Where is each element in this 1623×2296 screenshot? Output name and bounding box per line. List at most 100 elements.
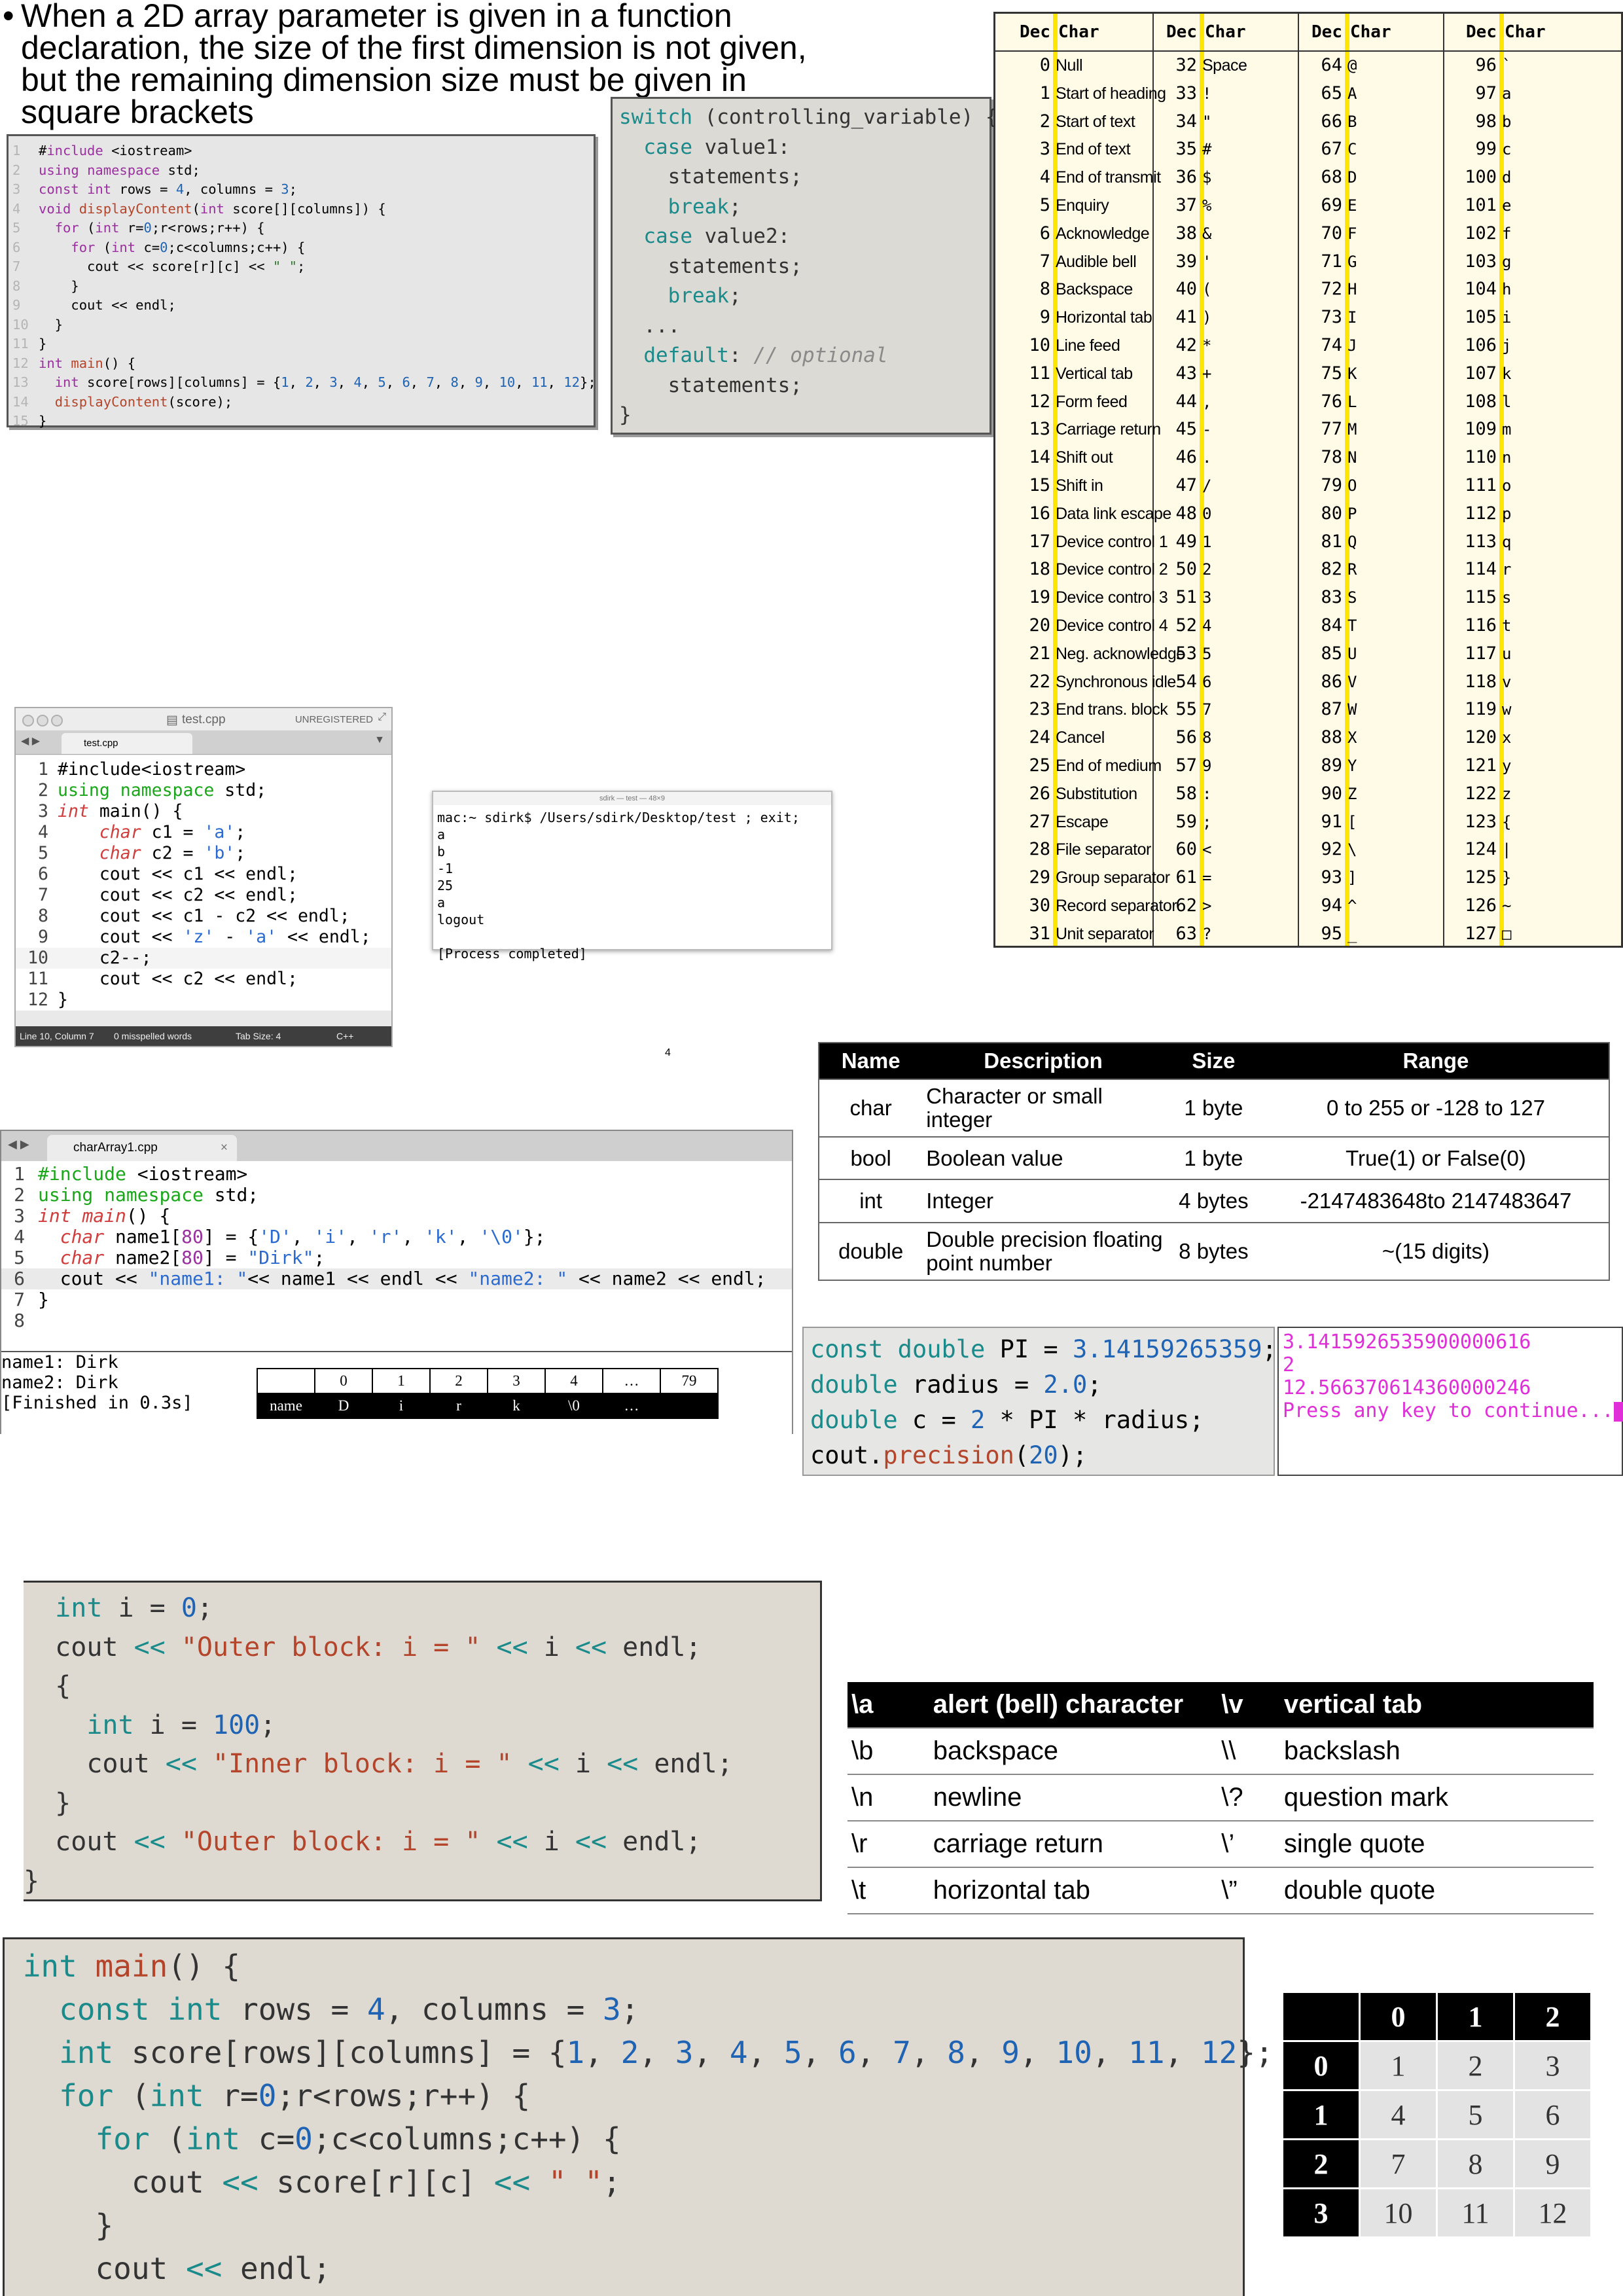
ascii-char: Z (1347, 784, 1357, 803)
ascii-char: 2 (1202, 560, 1212, 579)
ascii-dec: 23 (1029, 699, 1050, 720)
ascii-row: 16 Data link escape (995, 500, 1171, 528)
line-number: 12 (27, 990, 48, 1010)
code-line: } (24, 1787, 71, 1818)
ascii-dec: 46 (1175, 447, 1197, 468)
tab-bar: ◀ ▶ charArray1.cpp × (1, 1131, 792, 1161)
type-size: 1 byte (1164, 1078, 1263, 1138)
type-range: 0 to 255 or -128 to 127 (1262, 1078, 1609, 1138)
ascii-char: u (1502, 644, 1512, 663)
line-number: 11 (27, 969, 48, 989)
table-row: double Double precision floating point nu… (819, 1221, 1609, 1280)
code-line: 1 #include <iostream> (1, 1164, 792, 1185)
ascii-dec: 103 (1465, 251, 1497, 272)
editor-code-area[interactable]: 1 #include <iostream> 2 using namespace std… (1, 1161, 792, 1354)
char-header: Char (1058, 22, 1099, 42)
type-name: char (819, 1078, 923, 1138)
ascii-row: 25 End of medium (995, 752, 1162, 780)
ascii-dec: 21 (1029, 643, 1050, 664)
grid-row-header: 3 (1281, 2187, 1361, 2238)
array-index (257, 1368, 315, 1394)
ascii-dec: 97 (1475, 82, 1497, 103)
tab-chararray-cpp[interactable]: charArray1.cpp × (47, 1135, 237, 1161)
ascii-row: 73 I (1298, 304, 1443, 332)
ascii-row: 89 Y (1298, 752, 1443, 780)
ascii-dec: 5 (1039, 194, 1050, 215)
ascii-dec: 123 (1465, 811, 1497, 832)
ascii-row: 27 Escape (995, 808, 1152, 836)
code-line: int main() { (22, 1948, 241, 1984)
escape-sequence: \’ (1217, 1821, 1280, 1868)
escape-meaning: backspace (929, 1728, 1218, 1775)
ascii-char: & (1202, 224, 1212, 243)
ascii-char: U (1347, 644, 1357, 663)
ascii-dec: 27 (1029, 811, 1050, 832)
type-description: Boolean value (922, 1136, 1164, 1180)
ascii-dec: 20 (1029, 615, 1050, 636)
ascii-column: Dec Char 32 Space 33! 34 " 35 #36 $37% 38 & 39 ' 40(41… (1152, 14, 1299, 946)
ascii-row: 57 9 (1152, 752, 1298, 780)
tab-nav-arrows-icon[interactable]: ◀ ▶ (21, 734, 40, 747)
terminal-output[interactable]: mac:~ sdirk$ /Users/sdirk/Desktop/test ;… (433, 805, 831, 966)
tab-test-cpp[interactable]: test.cpp (62, 733, 192, 754)
ascii-column-header: Dec Char (1443, 14, 1621, 52)
ascii-char: m (1502, 420, 1512, 439)
ascii-row: 45- (1152, 416, 1298, 444)
escape-meaning: alert (bell) character (929, 1682, 1218, 1729)
ascii-char: Shift in (1056, 476, 1103, 495)
ascii-row: 35 # (1152, 135, 1298, 164)
ascii-row: 119 w (1443, 696, 1621, 724)
code-line: 15} (9, 412, 594, 431)
tab-dropdown-icon[interactable]: ▼ (374, 734, 385, 746)
ascii-row: 93] (1298, 864, 1443, 892)
ascii-row: 116 t (1443, 612, 1621, 640)
ascii-row: 85 U (1298, 640, 1443, 668)
zoom-window-button[interactable] (51, 715, 63, 726)
ascii-char: Horizontal tab (1056, 308, 1152, 327)
ascii-dec: 53 (1175, 643, 1197, 664)
ascii-dec: 71 (1321, 251, 1342, 272)
ascii-row: 9 Horizontal tab (995, 304, 1152, 332)
ascii-char: W (1347, 700, 1357, 719)
line-number: 8 (14, 1310, 25, 1331)
ascii-dec: 18 (1029, 559, 1050, 580)
minimize-window-button[interactable] (37, 715, 48, 726)
tab-nav-arrows-icon[interactable]: ◀ ▶ (8, 1138, 29, 1151)
ascii-dec: 12 (1029, 391, 1050, 412)
table-row: int Integer 4 bytes -2147483648to 214748364… (819, 1179, 1609, 1223)
ascii-row: 97 a (1443, 80, 1621, 108)
line-number: 5 (12, 220, 21, 236)
ascii-dec: 58 (1175, 783, 1197, 804)
grid-cell: 12 (1513, 2187, 1592, 2238)
code-line: break; (668, 284, 741, 308)
ascii-row: 84 T (1298, 612, 1443, 640)
ascii-row: 46. (1152, 444, 1298, 472)
ascii-row: 98 b (1443, 108, 1621, 136)
ascii-row: 60 < (1152, 836, 1298, 864)
ascii-row: 127 □ (1443, 920, 1621, 948)
close-tab-icon[interactable]: × (221, 1135, 228, 1161)
close-window-button[interactable] (22, 715, 34, 726)
ascii-dec: 19 (1029, 587, 1050, 608)
ascii-row: 111 o (1443, 472, 1621, 500)
ascii-dec: 64 (1321, 55, 1342, 75)
code-line: for (int c=0;c<columns;c++) { (95, 2121, 621, 2157)
tab-label: test.cpp (84, 738, 118, 749)
dec-header: Dec (1311, 22, 1342, 42)
ascii-char: * (1202, 336, 1212, 355)
ascii-char: \ (1347, 840, 1357, 859)
code-line: 10 } (9, 315, 594, 335)
editor-code-area[interactable]: 1 #include<iostream> 2 using namespace std;… (16, 755, 391, 1011)
code-line: int i = 0; (55, 1593, 213, 1623)
ascii-dec: 95 (1321, 923, 1342, 944)
status-tab-size[interactable]: Tab Size: 4 (236, 1026, 281, 1046)
ascii-dec: 65 (1321, 82, 1342, 103)
ascii-char: Device control 2 (1056, 560, 1168, 579)
fullscreen-icon[interactable]: ⤢ (378, 711, 386, 723)
ascii-dec: 100 (1465, 167, 1497, 188)
column-header: Size (1164, 1043, 1263, 1079)
ascii-char: K (1347, 364, 1357, 383)
line-number: 6 (12, 239, 21, 255)
status-language[interactable]: C++ (336, 1026, 353, 1046)
code-line: int i = 100; (86, 1710, 276, 1740)
